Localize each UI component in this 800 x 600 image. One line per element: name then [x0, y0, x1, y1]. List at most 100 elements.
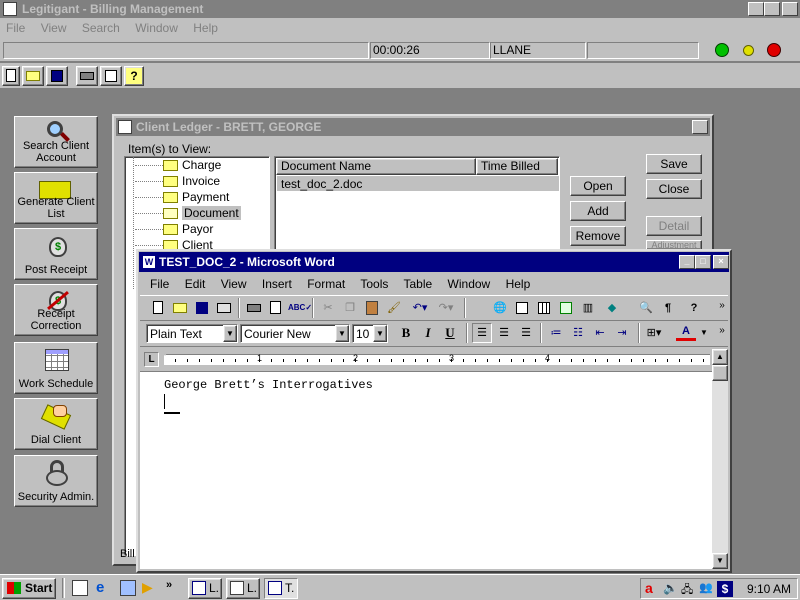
close-button[interactable]: Close — [646, 179, 702, 199]
receipt-correction-button[interactable]: $ Receipt Correction — [14, 284, 98, 336]
detail-button[interactable]: Detail — [646, 216, 702, 236]
word-menu-edit[interactable]: Edit — [185, 277, 206, 291]
bold-icon[interactable]: B — [396, 323, 416, 343]
italic-icon[interactable]: I — [418, 323, 438, 343]
work-schedule-button[interactable]: Work Schedule — [14, 342, 98, 394]
dropdown-arrow-icon[interactable]: ▼ — [335, 325, 349, 342]
save-disk-icon[interactable] — [46, 66, 68, 86]
security-admin-button[interactable]: Security Admin. — [14, 455, 98, 507]
network-icon[interactable]: 🖧 — [681, 581, 697, 597]
restore-button[interactable]: ❐ — [764, 2, 780, 16]
word-menu-file[interactable]: File — [150, 277, 169, 291]
tree-item-invoice[interactable]: Invoice — [135, 174, 220, 190]
volume-speaker-icon[interactable]: 🔈 — [663, 581, 679, 597]
spelling-icon[interactable]: ABC✓ — [288, 298, 312, 318]
tree-item-payor[interactable]: Payor — [135, 222, 213, 238]
print-icon[interactable] — [244, 298, 264, 318]
word-close-button[interactable]: × — [713, 255, 729, 269]
office-assistant-icon[interactable]: ? — [684, 298, 704, 318]
tree-item-charge[interactable]: Charge — [135, 158, 221, 174]
column-header-time-billed[interactable]: Time Billed — [476, 158, 558, 175]
redo-icon[interactable]: ↷▾ — [436, 298, 456, 318]
copy-icon[interactable]: ❐ — [340, 298, 360, 318]
column-header-document-name[interactable]: Document Name — [276, 158, 476, 175]
word-menu-insert[interactable]: Insert — [262, 277, 292, 291]
font-select[interactable]: Courier New ▼ — [240, 324, 350, 343]
word-menu-table[interactable]: Table — [404, 277, 433, 291]
dial-client-button[interactable]: Dial Client — [14, 398, 98, 450]
tree-item-payment[interactable]: Payment — [135, 190, 229, 206]
font-size-select[interactable]: 10 ▼ — [352, 324, 388, 343]
help-question-icon[interactable]: ? — [124, 66, 144, 86]
generate-client-list-button[interactable]: Generate Client List — [14, 172, 98, 224]
scroll-up-icon[interactable]: ▲ — [712, 349, 728, 365]
numbering-icon[interactable]: ≔ — [546, 323, 566, 343]
tree-item-document[interactable]: Document — [135, 206, 241, 222]
align-center-icon[interactable]: ☰ — [494, 323, 514, 343]
toolbar-more-icon[interactable]: » — [712, 296, 732, 316]
menu-view[interactable]: View — [41, 21, 67, 35]
word-menu-format[interactable]: Format — [307, 277, 345, 291]
document-map-icon[interactable]: 🔍 — [636, 298, 656, 318]
post-receipt-button[interactable]: $ Post Receipt — [14, 228, 98, 280]
task-button-test-doc[interactable]: T. — [264, 578, 298, 599]
underline-icon[interactable]: U — [440, 323, 460, 343]
remove-button[interactable]: Remove — [570, 226, 626, 246]
drawing-icon[interactable]: ◆ — [602, 298, 622, 318]
scroll-thumb[interactable] — [712, 365, 728, 381]
menu-help[interactable]: Help — [193, 21, 218, 35]
increase-indent-icon[interactable]: ⇥ — [612, 323, 632, 343]
dollar-app-icon[interactable]: $ — [717, 581, 733, 597]
word-menu-help[interactable]: Help — [506, 277, 531, 291]
antivirus-icon[interactable]: a — [645, 581, 661, 597]
table-row[interactable]: test_doc_2.doc — [277, 176, 559, 191]
decrease-indent-icon[interactable]: ⇤ — [590, 323, 610, 343]
show-desktop-icon[interactable] — [72, 580, 88, 596]
font-color-icon[interactable]: A — [676, 323, 696, 341]
word-maximize-button[interactable]: □ — [695, 255, 711, 269]
vertical-scrollbar[interactable]: ▲ ▼ — [712, 349, 728, 569]
open-button[interactable]: Open — [570, 176, 626, 196]
document-area[interactable]: George Brett’s Interrogatives — [140, 371, 712, 569]
open-folder-icon[interactable] — [22, 66, 44, 86]
align-left-icon[interactable]: ☰ — [472, 323, 492, 343]
word-menu-window[interactable]: Window — [448, 277, 491, 291]
insert-table-icon[interactable] — [534, 298, 554, 318]
borders-icon[interactable]: ⊞▾ — [644, 323, 664, 343]
minimize-button[interactable]: _ — [748, 2, 764, 16]
save-button[interactable]: Save — [646, 154, 702, 174]
quicklaunch-more-icon[interactable]: » — [166, 579, 172, 591]
internet-explorer-icon[interactable]: e — [96, 580, 112, 596]
hyperlink-icon[interactable]: 🌐 — [490, 298, 510, 318]
close-button[interactable]: × — [782, 2, 798, 16]
columns-icon[interactable]: ▥ — [578, 298, 598, 318]
scroll-down-icon[interactable]: ▼ — [712, 553, 728, 569]
tab-selector-icon[interactable]: L — [144, 352, 159, 367]
bullets-icon[interactable]: ☷ — [568, 323, 588, 343]
ledger-close-button[interactable]: × — [692, 120, 708, 134]
task-button-legitigant[interactable]: L. — [226, 578, 260, 599]
tables-borders-icon[interactable] — [512, 298, 532, 318]
media-player-icon[interactable]: ▶ — [142, 580, 158, 596]
word-minimize-button[interactable]: _ — [679, 255, 695, 269]
font-color-dropdown-icon[interactable]: ▼ — [700, 328, 708, 337]
add-button[interactable]: Add — [570, 201, 626, 221]
printer-icon[interactable] — [76, 66, 98, 86]
format-painter-icon[interactable]: 🖌 — [384, 298, 404, 318]
menu-window[interactable]: Window — [135, 21, 178, 35]
channels-icon[interactable] — [120, 580, 136, 596]
start-button[interactable]: Start — [2, 578, 56, 599]
ruler[interactable]: L 1 2 3 4 — [140, 349, 710, 369]
pilcrow-icon[interactable]: ¶ — [658, 298, 678, 318]
new-file-icon[interactable] — [2, 66, 20, 86]
task-button-word[interactable]: L. — [188, 578, 222, 599]
word-menu-tools[interactable]: Tools — [360, 277, 388, 291]
search-client-account-button[interactable]: Search Client Account — [14, 116, 98, 168]
style-select[interactable]: Plain Text ▼ — [146, 324, 238, 343]
save-disk-icon[interactable] — [192, 298, 212, 318]
indent-marker-icon[interactable] — [160, 349, 170, 356]
undo-icon[interactable]: ↶▾ — [410, 298, 430, 318]
menu-search[interactable]: Search — [82, 21, 120, 35]
new-document-icon[interactable] — [148, 298, 168, 318]
insert-excel-icon[interactable] — [556, 298, 576, 318]
